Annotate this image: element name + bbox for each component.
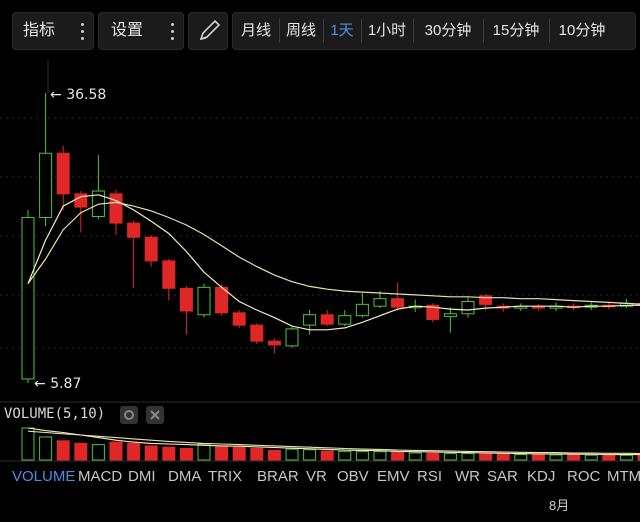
candle-body (56, 152, 70, 195)
candle-body (391, 298, 405, 308)
low-price-label: ← 5.87 (34, 376, 82, 392)
volume-bar (584, 454, 598, 461)
volume-label: VOLUME(5,10) (4, 406, 106, 422)
indicator-tab-dma[interactable]: DMA (168, 468, 201, 485)
candle-body (109, 193, 123, 224)
volume-bar (549, 454, 563, 461)
volume-bar (355, 451, 369, 461)
indicator-tab-kdj[interactable]: KDJ (527, 468, 555, 485)
candle-body (267, 340, 281, 346)
indicator-tab-trix[interactable]: TRIX (208, 468, 242, 485)
candlestick-chart[interactable] (0, 0, 640, 462)
candle-body (373, 298, 387, 307)
candles (21, 93, 640, 383)
indicator-tab-volume[interactable]: VOLUME (12, 468, 75, 485)
volume-close-icon[interactable] (146, 406, 164, 424)
candle-body (162, 260, 176, 289)
volume-bar (514, 454, 528, 461)
volume-bar (567, 454, 581, 461)
volume-bar (619, 454, 633, 461)
candle-body (443, 313, 457, 318)
volume-bar (443, 453, 457, 461)
candle-body (303, 314, 317, 326)
volume-bar (373, 451, 387, 461)
indicator-tab-rsi[interactable]: RSI (417, 468, 442, 485)
volume-bar (320, 450, 334, 461)
candle-body (232, 312, 246, 326)
candle-body (21, 216, 35, 380)
low-price-value: 5.87 (50, 376, 82, 392)
volume-bar (179, 447, 193, 461)
volume-bar (21, 427, 35, 461)
indicator-tabs: VOLUME MACD DMI DMA TRIX BRAR VR OBV EMV RSI WR SAR… (0, 462, 640, 492)
volume-bar (602, 454, 616, 461)
volume-bar (285, 448, 299, 461)
volume-bar (303, 449, 317, 461)
indicator-tab-sar[interactable]: SAR (487, 468, 518, 485)
volume-bars (21, 427, 640, 461)
candle-body (144, 236, 158, 262)
volume-bar (232, 446, 246, 461)
volume-bar (391, 451, 405, 461)
indicator-tab-emv[interactable]: EMV (377, 468, 410, 485)
volume-bar (250, 447, 264, 461)
candle-body (338, 315, 352, 325)
candle-body (39, 152, 53, 218)
high-price-value: 36.58 (66, 87, 107, 103)
candle-body (461, 301, 475, 315)
volume-bar (338, 450, 352, 461)
indicator-tab-brar[interactable]: BRAR (257, 468, 299, 485)
volume-bar (267, 449, 281, 461)
volume-bar (531, 454, 545, 461)
indicator-tab-vr[interactable]: VR (306, 468, 327, 485)
volume-bar (109, 441, 123, 461)
volume-bar (91, 444, 105, 461)
volume-bar (215, 445, 229, 461)
candle-body (320, 314, 334, 325)
indicator-tab-wr[interactable]: WR (455, 468, 480, 485)
indicator-tab-macd[interactable]: MACD (78, 468, 122, 485)
volume-settings-icon[interactable] (120, 406, 138, 424)
indicator-tab-roc[interactable]: ROC (567, 468, 600, 485)
candle-body (285, 328, 299, 347)
indicator-tab-obv[interactable]: OBV (337, 468, 369, 485)
volume-bar (408, 452, 422, 461)
volume-bar (496, 453, 510, 461)
volume-bar (144, 445, 158, 461)
date-axis-label: 8月 (549, 498, 570, 513)
candle-body (355, 303, 369, 317)
volume-bar (461, 453, 475, 461)
volume-bar (197, 443, 211, 461)
volume-bar (56, 440, 70, 461)
high-price-label: ← 36.58 (50, 87, 107, 103)
candle-body (250, 324, 264, 342)
indicator-tab-dmi[interactable]: DMI (128, 468, 156, 485)
candle-body (197, 286, 211, 316)
volume-bar (162, 446, 176, 461)
volume-bar (127, 442, 141, 461)
volume-bar (74, 442, 88, 461)
grid-lines (0, 60, 640, 462)
volume-bar (39, 436, 53, 461)
candle-body (127, 222, 141, 238)
volume-bar (426, 452, 440, 461)
indicator-tab-mtm[interactable]: MTM (607, 468, 640, 485)
volume-bar (479, 453, 493, 461)
candle-body (179, 287, 193, 312)
